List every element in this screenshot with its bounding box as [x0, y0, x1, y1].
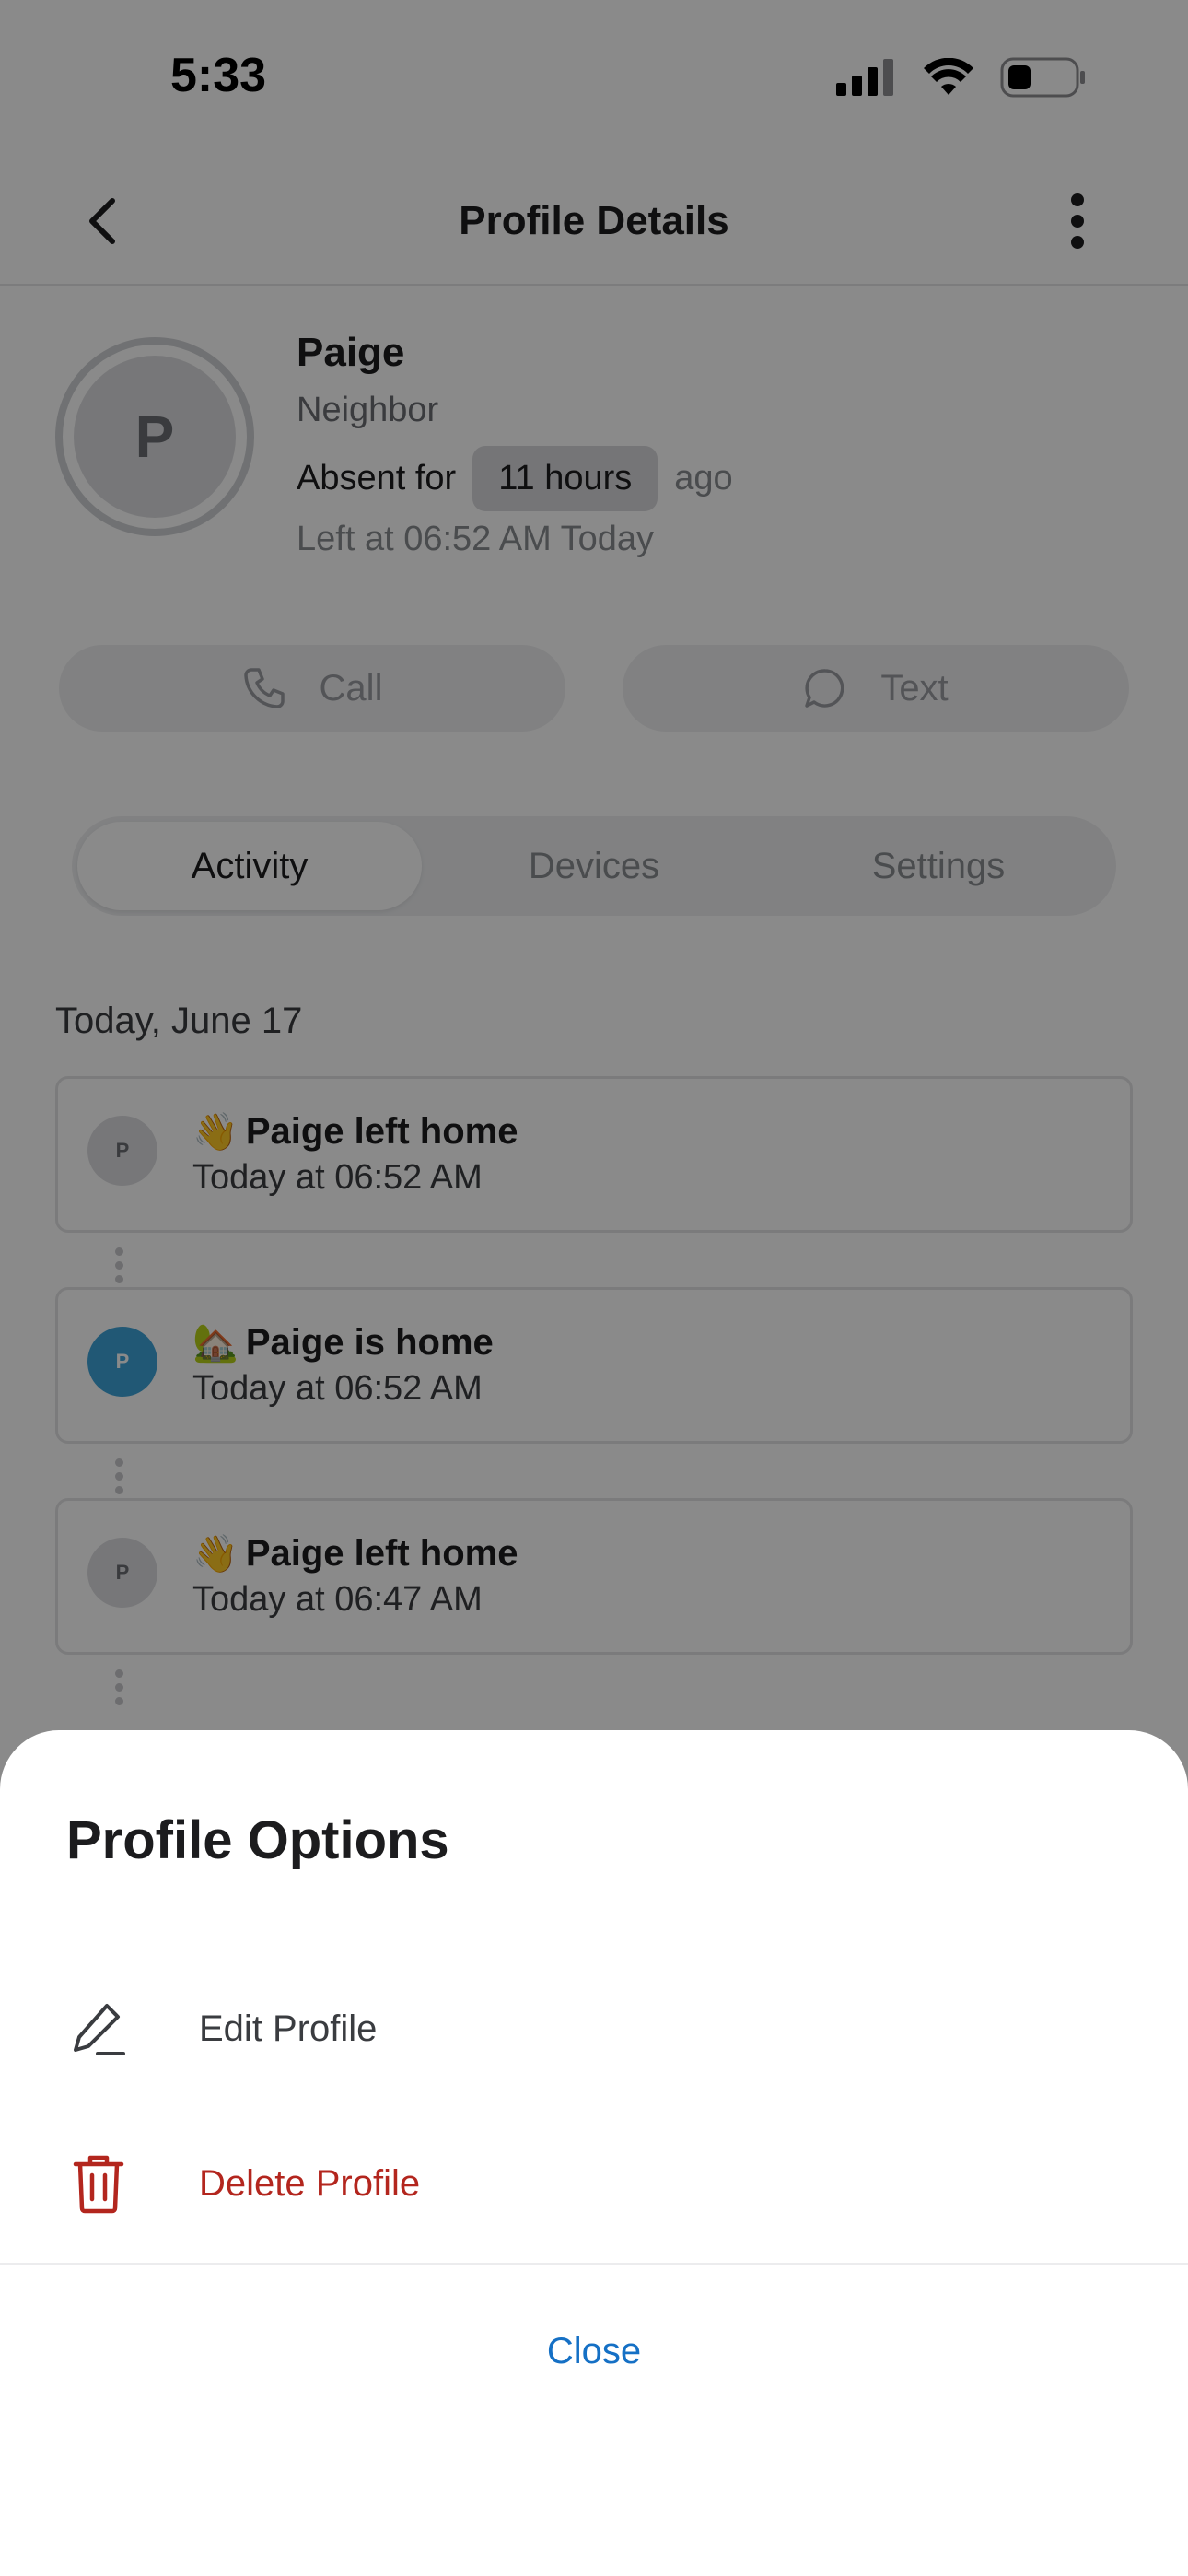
delete-profile-option[interactable]: Delete Profile: [0, 2110, 1188, 2257]
trash-icon: [66, 2151, 131, 2216]
sheet-title: Profile Options: [66, 1810, 449, 1870]
delete-profile-label: Delete Profile: [199, 2162, 421, 2204]
edit-profile-label: Edit Profile: [199, 2008, 378, 2049]
edit-profile-option[interactable]: Edit Profile: [0, 1955, 1188, 2102]
pencil-icon: [66, 1996, 131, 2061]
sheet-divider: [0, 2263, 1188, 2265]
close-button[interactable]: Close: [0, 2331, 1188, 2372]
